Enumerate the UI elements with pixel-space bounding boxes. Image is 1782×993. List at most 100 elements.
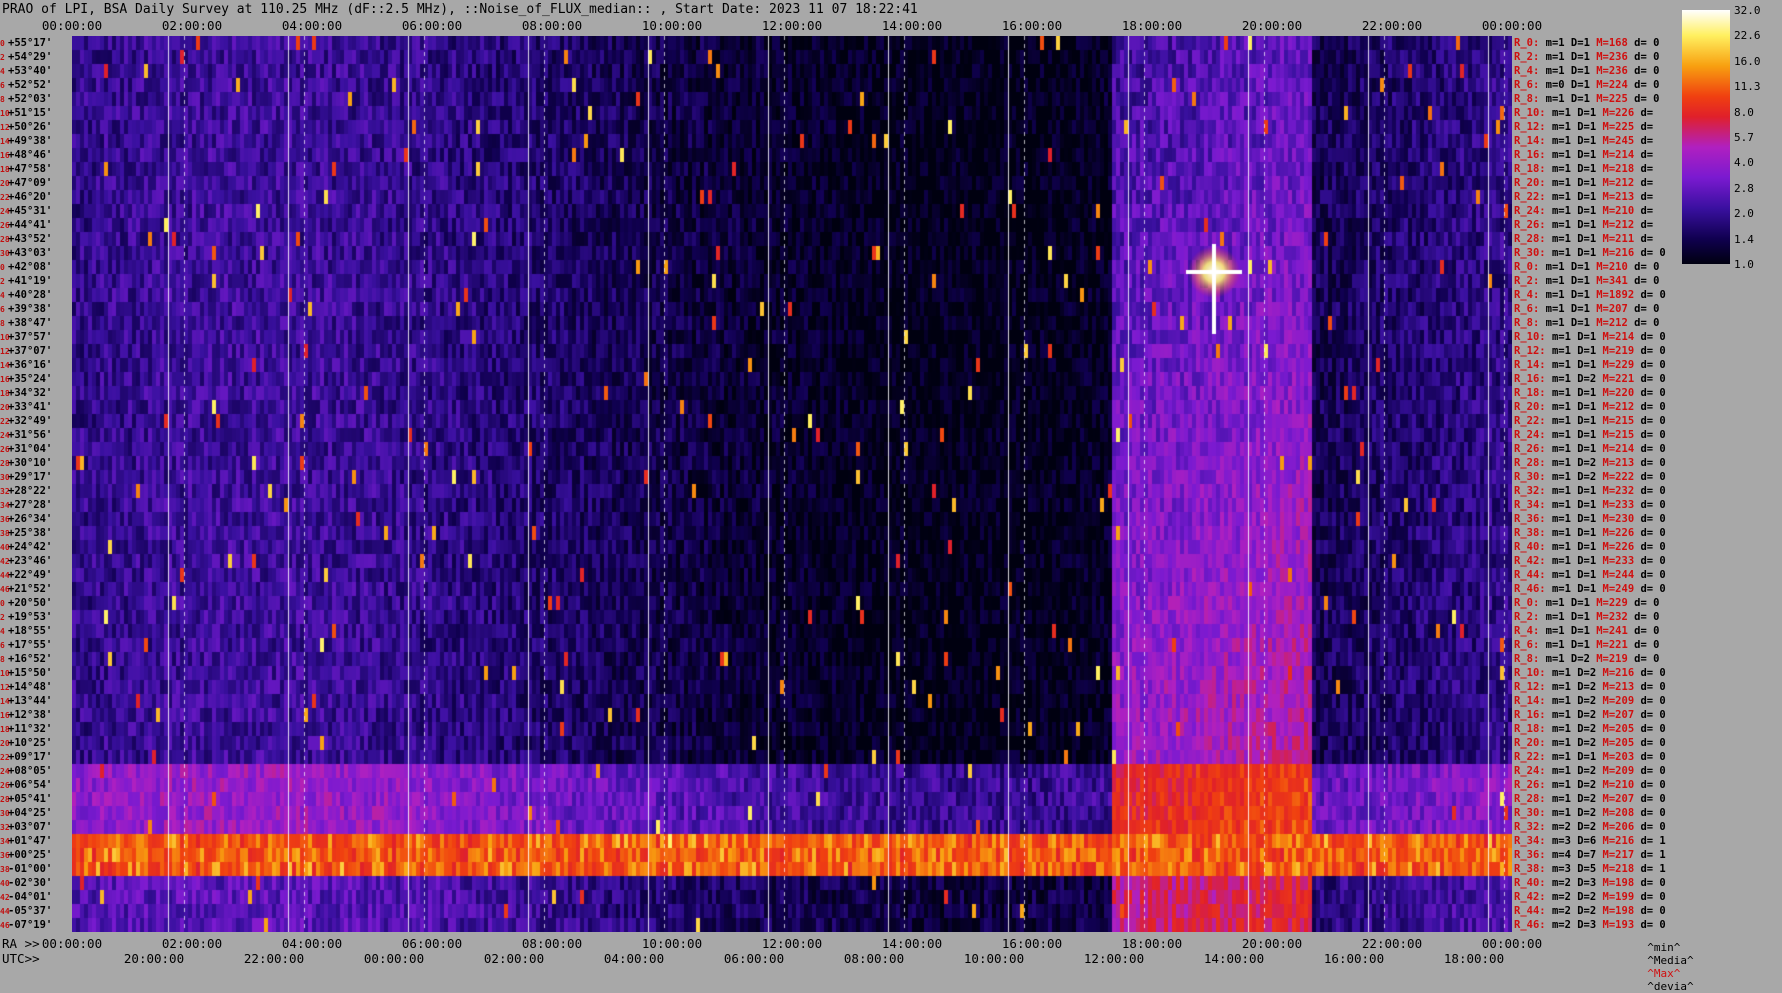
receiver-deviation: d= — [1640, 107, 1654, 119]
receiver-name: R_18: — [1514, 163, 1546, 175]
receiver-median: D=1 — [1577, 583, 1597, 595]
receiver-min: m=1 — [1551, 555, 1571, 567]
receiver-name: R_14: — [1514, 135, 1546, 147]
receiver-max: M=209 — [1602, 765, 1635, 777]
receiver-row: R_2: m=1 D=1 M=341 d= 0 — [1514, 274, 1659, 288]
declination-label: +37°07' — [8, 345, 53, 357]
receiver-min: m=1 — [1545, 261, 1565, 273]
declination-row-number: 10 — [0, 669, 10, 678]
legend-min: ^min^ — [1647, 941, 1681, 954]
receiver-median: D=1 — [1570, 625, 1590, 637]
declination-row: 20+33°41' — [0, 400, 52, 414]
colorbar-tick-label: 8.0 — [1734, 105, 1754, 119]
declination-label: +06°54' — [8, 779, 53, 791]
receiver-row: R_30: m=1 D=2 M=208 d= 0 — [1514, 806, 1666, 820]
declination-row: 4 +18°55' — [0, 624, 52, 638]
receiver-name: R_34: — [1514, 499, 1546, 511]
receiver-max: M=210 — [1602, 205, 1635, 217]
declination-label: +08°05' — [8, 765, 53, 777]
receiver-deviation: d= 0 — [1634, 653, 1660, 665]
receiver-max: M=341 — [1596, 275, 1628, 287]
receiver-row: R_20: m=1 D=2 M=205 d= 0 — [1514, 736, 1666, 750]
ra-axis-tick-label: 20:00:00 — [1241, 936, 1303, 951]
receiver-row: R_42: m=2 D=2 M=199 d= 0 — [1514, 890, 1666, 904]
declination-row: 30+43°03' — [0, 246, 52, 260]
receiver-median: D=1 — [1577, 401, 1597, 413]
top-axis-tick-label: 12:00:00 — [761, 18, 823, 33]
receiver-deviation: d= — [1640, 219, 1654, 231]
receiver-row: R_24: m=1 D=1 M=215 d= 0 — [1514, 428, 1666, 442]
receiver-max: M=199 — [1602, 891, 1635, 903]
colorbar-tick-label: 4.0 — [1734, 156, 1754, 170]
receiver-deviation: d= 0 — [1640, 485, 1666, 497]
receiver-median: D=7 — [1577, 849, 1597, 861]
receiver-min: m=1 — [1551, 569, 1571, 581]
declination-axis: 0 +55°17' 2 +54°29' 4 +53°40' 6 +52°52' 8 +52°03'… — [0, 36, 72, 932]
receiver-row: R_26: m=1 D=2 M=210 d= 0 — [1514, 778, 1666, 792]
receiver-min: m=1 — [1551, 331, 1571, 343]
declination-row: 22+32°49' — [0, 414, 52, 428]
receiver-max: M=219 — [1602, 345, 1635, 357]
declination-row: 26+44°41' — [0, 218, 52, 232]
declination-row: 36+26°34' — [0, 512, 52, 526]
declination-row-number: 36 — [0, 851, 10, 860]
declination-label: +31°56' — [8, 429, 53, 441]
receiver-median: D=2 — [1577, 793, 1597, 805]
receiver-deviation: d= 0 — [1640, 527, 1666, 539]
receiver-min: m=1 — [1551, 681, 1571, 693]
receiver-name: R_6: — [1514, 303, 1540, 315]
declination-row-number: 18 — [0, 725, 10, 734]
declination-label: +38°47' — [8, 317, 53, 329]
receiver-median: D=1 — [1577, 331, 1597, 343]
legend-max: ^Max^ — [1647, 967, 1681, 980]
receiver-deviation: d= 0 — [1640, 443, 1666, 455]
receiver-deviation: d= 0 — [1634, 597, 1660, 609]
receiver-deviation: d= 0 — [1640, 737, 1666, 749]
declination-row-number: 12 — [0, 683, 10, 692]
receiver-median: D=1 — [1577, 415, 1597, 427]
declination-label: +53°40' — [8, 65, 53, 77]
receiver-deviation: d= 0 — [1640, 583, 1666, 595]
declination-label: -01°00' — [8, 863, 53, 875]
receiver-min: m=1 — [1551, 583, 1571, 595]
receiver-max: M=245 — [1602, 135, 1635, 147]
receiver-median: D=2 — [1577, 667, 1597, 679]
declination-label: +30°10' — [8, 457, 53, 469]
declination-label: +03°07' — [8, 821, 53, 833]
declination-label: +05°41' — [8, 793, 53, 805]
bottom-ra-axis: RA >> 00:00:00 02:00:00 04:00:00 06:00:00 08… — [0, 936, 1542, 952]
declination-label: +14°48' — [8, 681, 53, 693]
receiver-deviation: d= 0 — [1640, 247, 1666, 259]
receiver-min: m=1 — [1545, 37, 1565, 49]
declination-label: +40°28' — [8, 289, 53, 301]
receiver-deviation: d= 0 — [1640, 359, 1666, 371]
declination-label: +52°52' — [8, 79, 53, 91]
declination-label: +44°41' — [8, 219, 53, 231]
receiver-name: R_2: — [1514, 611, 1540, 623]
receiver-name: R_22: — [1514, 751, 1546, 763]
receiver-row: R_16: m=1 D=2 M=207 d= 0 — [1514, 708, 1666, 722]
utc-axis-tick-label: 16:00:00 — [1323, 951, 1385, 966]
declination-row-number: 8 — [0, 655, 5, 664]
receiver-row: R_8: m=1 D=1 M=225 d= 0 — [1514, 92, 1659, 106]
declination-row: 26+31°04' — [0, 442, 52, 456]
receiver-row: R_6: m=1 D=1 M=207 d= 0 — [1514, 302, 1659, 316]
colorbar — [1682, 10, 1730, 264]
receiver-max: M=226 — [1602, 107, 1635, 119]
declination-row-number: 38 — [0, 529, 10, 538]
declination-row-number: 16 — [0, 151, 10, 160]
receiver-deviation: d= — [1640, 233, 1654, 245]
receiver-max: M=225 — [1602, 121, 1635, 133]
receiver-median: D=3 — [1577, 919, 1597, 931]
receiver-max: M=212 — [1602, 177, 1635, 189]
receiver-name: R_46: — [1514, 583, 1546, 595]
receiver-median: D=1 — [1577, 149, 1597, 161]
receiver-max: M=215 — [1602, 429, 1635, 441]
receiver-median: D=1 — [1570, 51, 1590, 63]
receiver-row: R_18: m=1 D=1 M=220 d= 0 — [1514, 386, 1666, 400]
receiver-min: m=1 — [1551, 205, 1571, 217]
receiver-deviation: d= 0 — [1640, 905, 1666, 917]
receiver-median: D=1 — [1570, 303, 1590, 315]
declination-row: 12+50°26' — [0, 120, 52, 134]
top-axis-tick-label: 00:00:00 — [41, 18, 103, 33]
